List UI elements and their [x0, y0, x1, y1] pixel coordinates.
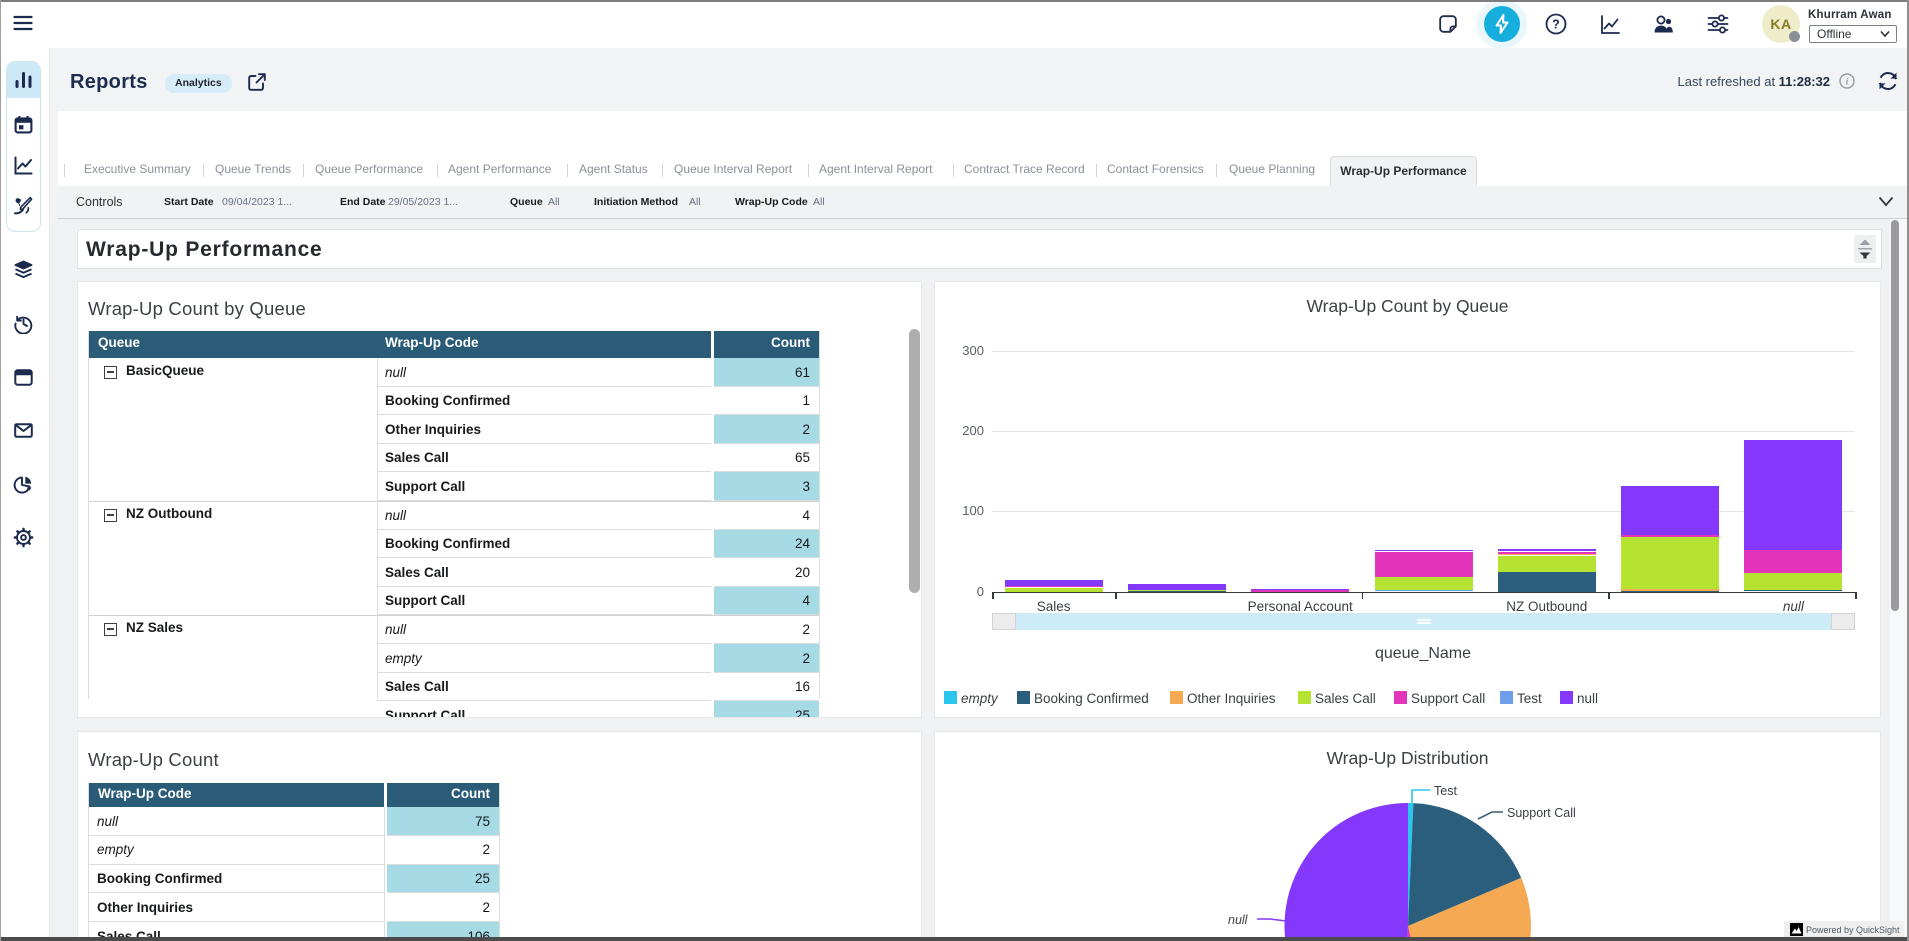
svg-text:?: ? — [1552, 18, 1560, 32]
svg-text:i: i — [1846, 78, 1849, 88]
